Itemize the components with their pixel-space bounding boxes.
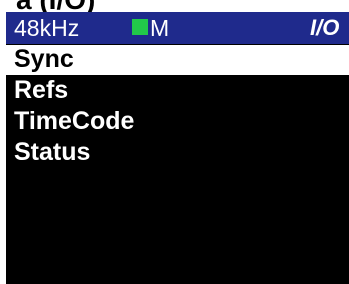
status-bar: 48kHz M I/O [6,12,349,44]
clock-mode-label: M [150,15,170,41]
io-menu-list: Sync Refs TimeCode Status [6,45,349,168]
menu-item-sync[interactable]: Sync [6,45,349,75]
menu-item-timecode[interactable]: TimeCode [6,106,349,137]
screen-title: I/O [310,15,340,40]
device-screen: 48kHz M I/O Sync Refs TimeCode Status [6,12,349,284]
page-heading-fragment: a (I/O) [0,0,349,12]
sample-rate-label: 48kHz [14,15,80,41]
clock-status-indicator-icon [132,19,148,35]
page-heading-text: a (I/O) [16,0,95,12]
menu-item-refs[interactable]: Refs [6,75,349,106]
menu-item-status[interactable]: Status [6,137,349,168]
